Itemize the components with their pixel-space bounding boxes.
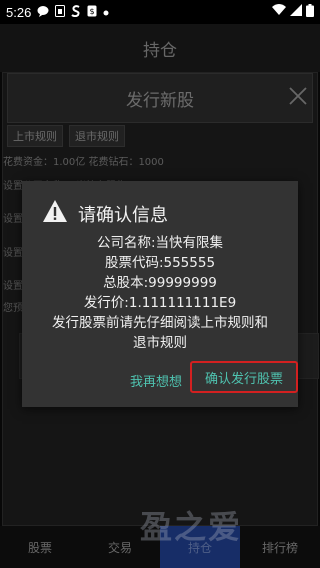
issue-price-line: 发行价:1.111111111E9 [83,295,237,311]
sim-icon [55,4,66,20]
notice-line-cont: 退市规则 [133,335,187,351]
watermark-logo: 盈之爱 [140,508,243,546]
confirm-dialog: 请确认信息 公司名称:当快有限集 股票代码:555555 总股本:9999999… [22,181,298,407]
dialog-actions: 我再想想 确认发行股票 [22,361,298,397]
total-shares-line: 总股本:99999999 [103,275,217,291]
warning-icon [42,199,68,228]
dialog-message: 公司名称:当快有限集 股票代码:555555 总股本:99999999 发行价:… [22,233,298,353]
wifi-icon [272,4,286,20]
cancel-button[interactable]: 我再想想 [130,371,182,390]
notice-line: 发行股票前请先仔细阅读上市规则和 [52,315,268,331]
company-name-line: 公司名称:当快有限集 [96,235,224,251]
status-time: 5:26 [6,4,32,20]
dialog-header: 请确认信息 [42,199,168,228]
stock-code-line: 股票代码:555555 [104,255,216,271]
battery-icon [306,3,314,21]
svg-text:$: $ [90,7,95,16]
status-bar: 5:26 $ [0,0,320,24]
confirm-issue-button[interactable]: 确认发行股票 [190,361,298,393]
dollar-icon: $ [87,5,97,20]
signal-icon [290,4,302,20]
s-app-icon [71,4,81,20]
dialog-title: 请确认信息 [78,204,168,226]
chat-bubble-icon [37,5,49,20]
notification-dot-icon [103,6,109,19]
